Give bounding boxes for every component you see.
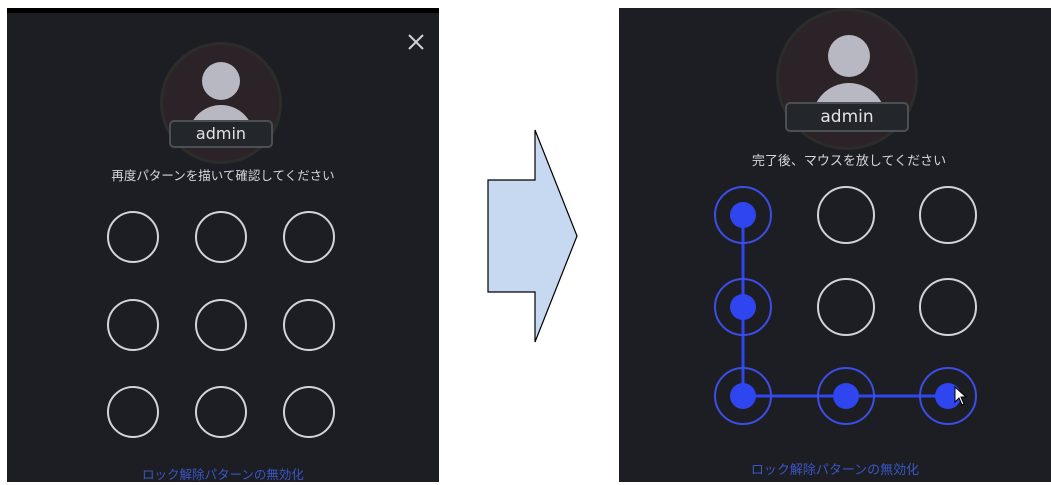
pattern-node-5[interactable] — [817, 278, 875, 336]
pattern-node-9[interactable] — [283, 386, 335, 438]
pattern-node-1[interactable] — [107, 211, 159, 263]
pattern-node-6[interactable] — [283, 299, 335, 351]
username-label: admin — [785, 102, 909, 132]
pattern-node-2[interactable] — [817, 186, 875, 244]
pattern-node-8[interactable] — [195, 386, 247, 438]
pattern-node-1[interactable] — [714, 186, 772, 244]
pattern-node-6[interactable] — [919, 278, 977, 336]
instruction-text: 完了後、マウスを放してください — [751, 154, 947, 169]
pattern-node-7[interactable] — [714, 367, 772, 425]
disable-pattern-link[interactable]: ロック解除パターンの無効化 — [619, 459, 1051, 478]
pattern-node-3[interactable] — [919, 186, 977, 244]
close-icon[interactable] — [405, 31, 427, 53]
user-head-icon — [828, 35, 870, 77]
pattern-node-9[interactable] — [919, 367, 977, 425]
arrow-right-icon — [487, 129, 578, 343]
pattern-node-3[interactable] — [283, 211, 335, 263]
pattern-node-8[interactable] — [817, 367, 875, 425]
username-label: admin — [169, 120, 273, 148]
pattern-confirm-dialog: admin 再度パターンを描いて確認してください ロック解除パターンの無効化 — [7, 8, 439, 482]
pattern-node-4[interactable] — [714, 278, 772, 336]
pattern-node-7[interactable] — [107, 386, 159, 438]
user-head-icon — [202, 62, 240, 100]
pattern-node-4[interactable] — [107, 299, 159, 351]
pattern-node-2[interactable] — [195, 211, 247, 263]
pattern-node-5[interactable] — [195, 299, 247, 351]
disable-pattern-link[interactable]: ロック解除パターンの無効化 — [7, 464, 439, 482]
mouse-cursor-icon — [954, 386, 968, 406]
pattern-drawing-dialog: admin 完了後、マウスを放してください ロック解除パターンの無効化 — [619, 8, 1051, 482]
instruction-text: 再度パターンを描いて確認してください — [111, 168, 335, 183]
